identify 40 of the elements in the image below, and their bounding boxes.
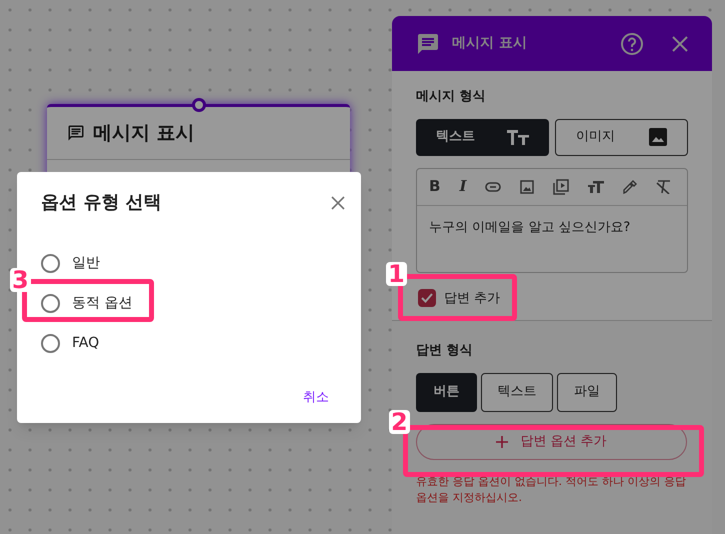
radio-button[interactable] — [41, 334, 60, 353]
add-answer-checkbox[interactable] — [418, 289, 436, 308]
close-icon[interactable] — [331, 196, 345, 210]
message-text: 누구의 이메일을 알고 싶으신가요? — [428, 218, 632, 236]
help-icon[interactable] — [620, 32, 644, 56]
node-title: 메시지 표시 — [93, 120, 195, 146]
callout-number: 1 — [386, 262, 407, 286]
radio-label[interactable]: 일반 — [72, 253, 100, 274]
text-size-icon[interactable] — [588, 180, 604, 192]
radio-label[interactable]: FAQ — [72, 333, 100, 354]
radio-button[interactable] — [41, 294, 60, 313]
callout-number: 3 — [10, 268, 31, 292]
clear-format-icon[interactable] — [656, 180, 672, 194]
answer-format-toggle[interactable]: 파일 — [557, 372, 617, 412]
format-toggle[interactable]: 텍스트 — [416, 118, 549, 156]
image-icon — [649, 128, 667, 146]
error-message: 유효한 응답 옵션이 없습니다. 적어도 하나 이상의 응답 옵션을 지정하십시오. — [416, 474, 687, 506]
answer-format-toggle[interactable]: 텍스트 — [481, 372, 553, 412]
add-answer-label: 답변 추가 — [444, 290, 500, 308]
message-icon — [416, 32, 440, 56]
node-handle[interactable] — [192, 98, 206, 112]
bold-button[interactable]: B — [429, 175, 440, 198]
text-size-icon — [507, 129, 529, 145]
panel-title: 메시지 표시 — [452, 34, 528, 53]
link-icon[interactable] — [485, 182, 502, 192]
section-label: 답변 형식 — [416, 342, 474, 360]
radio-label[interactable]: 동적 옵션 — [72, 293, 132, 314]
message-editor[interactable]: B I 누구의 이메일을 알고 싶으신가요? — [416, 168, 688, 272]
plus-icon — [496, 436, 508, 448]
video-icon[interactable] — [553, 178, 570, 194]
add-answer-option-button[interactable]: 답변 옵션 추가 — [416, 424, 687, 460]
message-icon — [67, 124, 85, 142]
answer-format-toggle[interactable]: 버튼 — [416, 372, 477, 412]
cancel-button[interactable]: 취소 — [299, 388, 333, 408]
image-icon[interactable] — [520, 180, 534, 194]
radio-button[interactable] — [41, 254, 60, 273]
callout-number: 2 — [389, 410, 410, 434]
format-toggle[interactable]: 이미지 — [555, 118, 688, 156]
section-label: 메시지 형식 — [416, 88, 487, 106]
italic-button[interactable]: I — [459, 175, 466, 198]
